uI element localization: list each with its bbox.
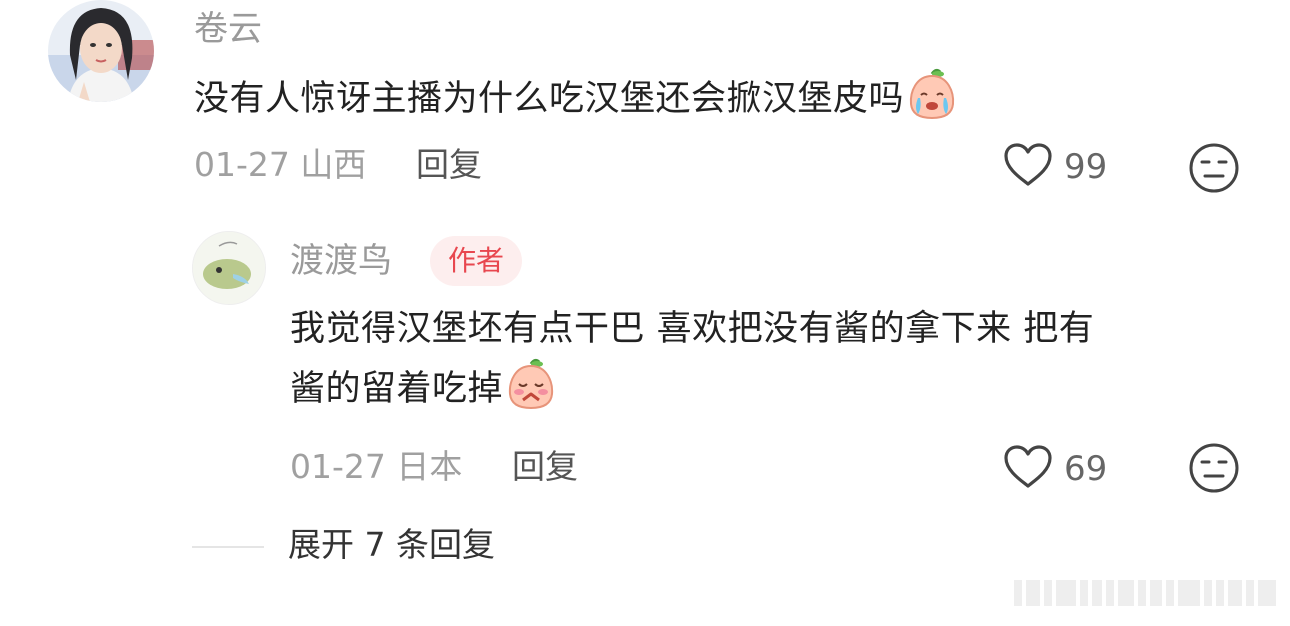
neutral-face-icon <box>1188 443 1240 498</box>
reply-date: 01-27 <box>290 447 386 486</box>
comment-reply-button[interactable]: 回复 <box>416 148 482 181</box>
comment-location: 山西 <box>300 145 367 184</box>
reply-text-line2-wrap: 酱的留着吃掉 <box>290 358 1250 428</box>
comment-username[interactable]: 卷云 <box>194 12 262 46</box>
comment-text-body: 没有人惊讶主播为什么吃汉堡还会掀汉堡皮吗 <box>194 79 905 119</box>
reply-text-line1: 我觉得汉堡坯有点干巴 喜欢把没有酱的拿下来 把有 <box>290 309 1095 349</box>
reply-text: 我觉得汉堡坯有点干巴 喜欢把没有酱的拿下来 把有 酱的留着吃掉 <box>290 300 1250 428</box>
reply-like-count: 69 <box>1064 449 1108 489</box>
reply-like-button[interactable]: 69 <box>1002 444 1107 494</box>
reply-meta: 01-27 日本 <box>290 450 462 483</box>
comment-like-count: 99 <box>1064 147 1108 187</box>
reply-avatar[interactable] <box>192 231 266 305</box>
watermark <box>1014 580 1276 606</box>
expand-replies-button[interactable]: 展开 7 条回复 <box>288 528 495 561</box>
author-badge: 作者 <box>430 236 523 286</box>
heart-icon <box>1002 142 1054 192</box>
reply-text-line2: 酱的留着吃掉 <box>290 369 504 409</box>
crying-peach-emoji-icon <box>906 68 958 138</box>
reply-dislike-button[interactable] <box>1188 442 1240 498</box>
reply-location: 日本 <box>396 447 463 486</box>
avatar[interactable] <box>48 0 154 102</box>
expand-divider <box>192 546 264 548</box>
reply-username[interactable]: 渡渡鸟 <box>290 244 392 278</box>
comment-dislike-button[interactable] <box>1188 142 1240 198</box>
heart-icon <box>1002 444 1054 494</box>
reply-reply-button[interactable]: 回复 <box>512 450 578 483</box>
comment-text: 没有人惊讶主播为什么吃汉堡还会掀汉堡皮吗 <box>194 68 958 138</box>
neutral-face-icon <box>1188 143 1240 198</box>
comment-like-button[interactable]: 99 <box>1002 142 1107 192</box>
comment-date: 01-27 <box>194 145 290 184</box>
pleading-peach-emoji-icon <box>505 358 557 428</box>
comment-meta: 01-27 山西 <box>194 148 366 181</box>
